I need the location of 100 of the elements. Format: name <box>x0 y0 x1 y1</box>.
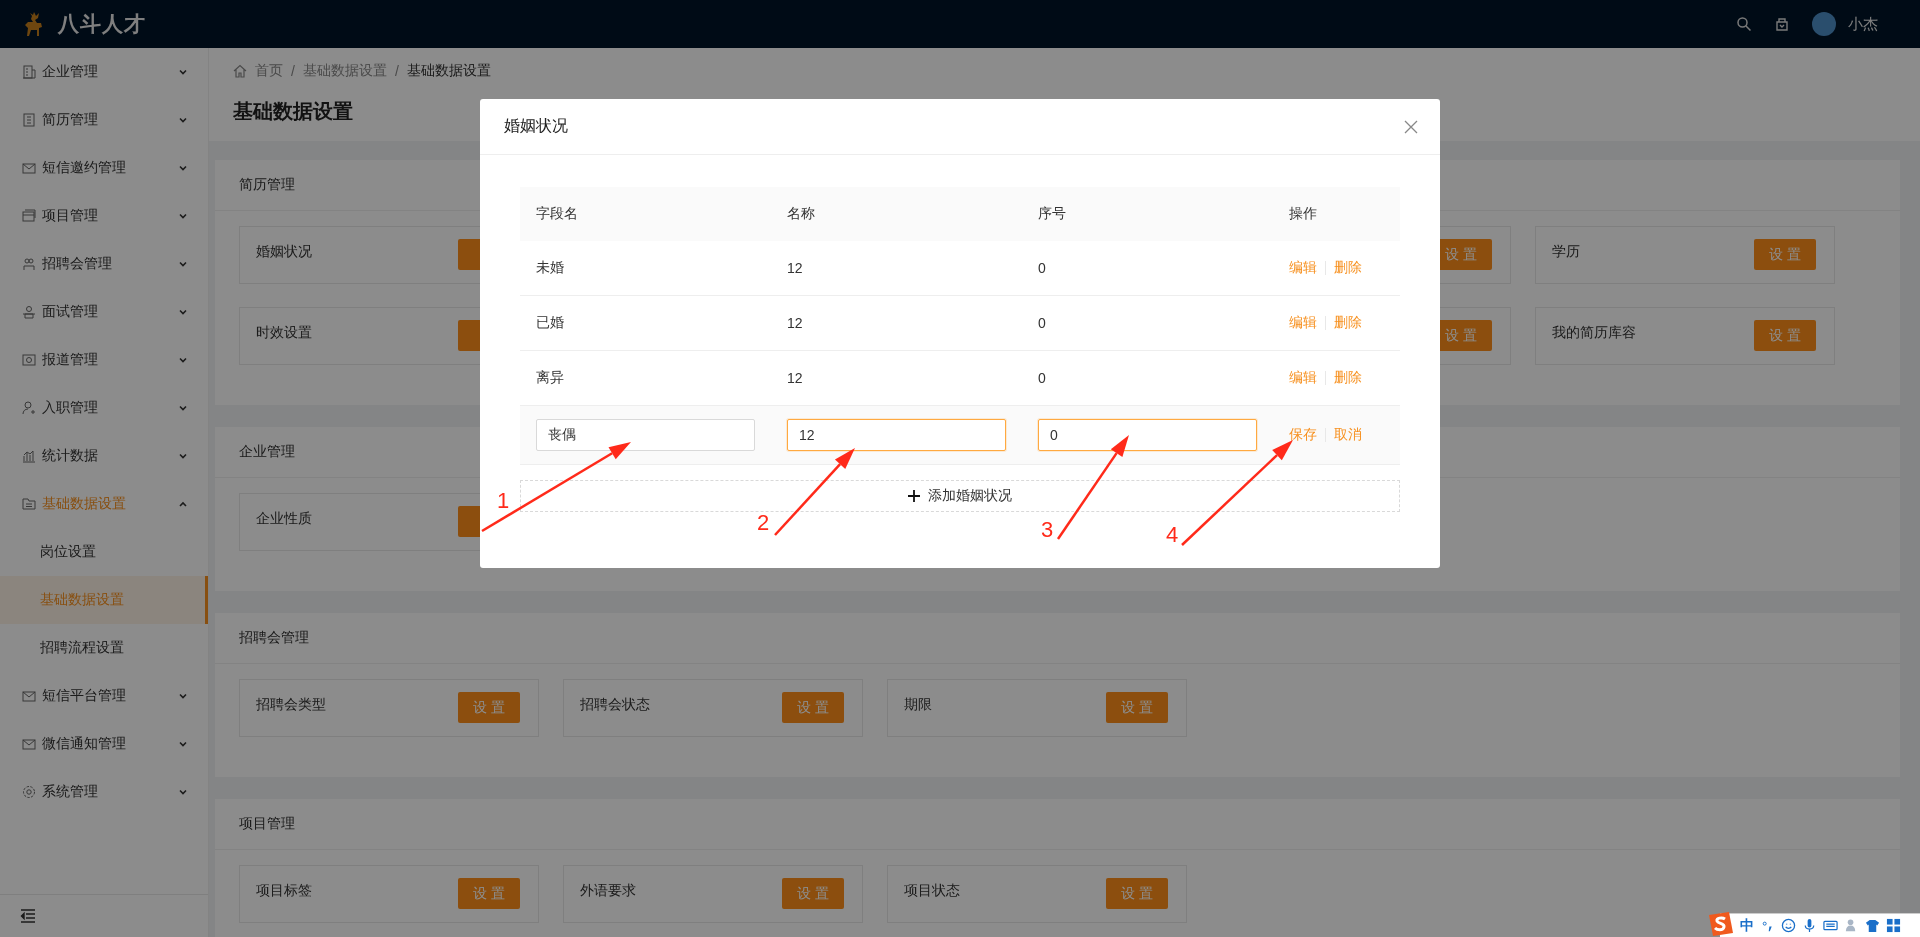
sidebar-item[interactable]: 入职管理 <box>0 384 208 432</box>
folder-icon <box>21 496 37 512</box>
sidebar-item[interactable]: 短信邀约管理 <box>0 144 208 192</box>
sidebar-subitem[interactable]: 基础数据设置 <box>0 576 208 624</box>
sidebar-item[interactable]: 简历管理 <box>0 96 208 144</box>
sidebar-item[interactable]: 系统管理 <box>0 768 208 816</box>
table-cell-text: 未婚 <box>535 259 565 277</box>
sidebar-item[interactable]: 招聘会管理 <box>0 240 208 288</box>
action-link[interactable]: 编辑 <box>1289 369 1317 387</box>
card-label: 外语要求 <box>580 882 636 900</box>
sidebar-item[interactable]: 企业管理 <box>0 48 208 96</box>
card-label: 期限 <box>904 696 932 714</box>
mail-icon <box>21 688 37 704</box>
inbox-icon[interactable] <box>1774 16 1790 32</box>
settings-button[interactable]: 设置 <box>1754 239 1816 270</box>
sidebar-item[interactable]: 短信平台管理 <box>0 672 208 720</box>
column-header: 字段名 <box>535 205 579 223</box>
card-label: 招聘会状态 <box>580 696 650 714</box>
keyboard-icon[interactable] <box>1823 918 1838 933</box>
table-cell-text: 已婚 <box>535 314 565 332</box>
sidebar-item[interactable]: 报道管理 <box>0 336 208 384</box>
card-label: 婚姻状况 <box>256 243 312 261</box>
annotation-number: 4 <box>1166 522 1179 547</box>
section-title: 简历管理 <box>239 176 295 194</box>
card-label: 项目状态 <box>904 882 960 900</box>
table-cell-text: 12 <box>786 370 804 386</box>
action-link[interactable]: 编辑 <box>1289 314 1317 332</box>
document-icon <box>21 112 37 128</box>
card-label: 我的简历库容 <box>1552 324 1636 342</box>
annotation-number: 1 <box>497 488 510 513</box>
column-header: 操作 <box>1288 205 1318 223</box>
sidebar-item[interactable]: 统计数据 <box>0 432 208 480</box>
section-title: 企业管理 <box>239 443 295 461</box>
table-cell-text: 12 <box>786 315 804 331</box>
settings-button[interactable]: 设置 <box>1754 320 1816 351</box>
settings-button[interactable]: 设置 <box>1106 878 1168 909</box>
table-cell-text: 离异 <box>535 369 565 387</box>
window-icon <box>21 208 37 224</box>
mail-icon <box>21 736 37 752</box>
close-icon[interactable] <box>1404 119 1418 134</box>
mail-icon <box>21 160 37 176</box>
breadcrumb-link[interactable]: 基础数据设置 <box>302 62 387 80</box>
grid-icon[interactable] <box>1886 918 1901 933</box>
settings-button[interactable]: 设置 <box>458 692 520 723</box>
table-cell-text: 12 <box>786 260 804 276</box>
chart-icon <box>21 448 37 464</box>
logo-icon[interactable] <box>1706 911 1734 937</box>
card-label: 企业性质 <box>256 510 312 528</box>
home-icon <box>233 64 247 78</box>
settings-button[interactable]: 设置 <box>1106 692 1168 723</box>
column-header: 序号 <box>1037 205 1067 223</box>
action-link[interactable]: 取消 <box>1334 426 1362 444</box>
card-label: 时效设置 <box>256 324 312 342</box>
smile-icon[interactable] <box>1781 918 1796 933</box>
settings-button[interactable]: 设置 <box>782 692 844 723</box>
add-button[interactable]: 添加婚姻状况 <box>520 480 1400 512</box>
section-title: 招聘会管理 <box>239 629 309 647</box>
person-icon <box>21 304 37 320</box>
sidebar-item[interactable]: 微信通知管理 <box>0 720 208 768</box>
menu-fold-icon[interactable] <box>20 909 36 923</box>
breadcrumb-link[interactable]: 首页 <box>255 62 283 80</box>
sidebar-subitem[interactable]: 岗位设置 <box>0 528 208 576</box>
action-link[interactable]: 编辑 <box>1289 259 1317 277</box>
plus-icon <box>908 490 920 502</box>
input-field[interactable]: 12 <box>787 419 1006 451</box>
action-link[interactable]: 保存 <box>1289 426 1317 444</box>
sidebar-item[interactable]: 项目管理 <box>0 192 208 240</box>
action-link[interactable]: 删除 <box>1334 314 1362 332</box>
sidebar-subitem[interactable]: 招聘流程设置 <box>0 624 208 672</box>
building-icon <box>21 64 37 80</box>
people-icon <box>21 256 37 272</box>
input-field[interactable]: 丧偶 <box>536 419 755 451</box>
card-label: 招聘会类型 <box>256 696 326 714</box>
user-name[interactable]: 小杰 <box>1848 14 1878 34</box>
breadcrumb-separator: / <box>291 63 295 79</box>
sidebar-item[interactable]: 面试管理 <box>0 288 208 336</box>
settings-button[interactable]: 设置 <box>782 878 844 909</box>
card-label: 学历 <box>1552 243 1580 261</box>
settings-button[interactable]: 设置 <box>458 878 520 909</box>
annotation-number: 3 <box>1041 517 1054 542</box>
action-link[interactable]: 删除 <box>1334 259 1362 277</box>
input-field[interactable]: 0 <box>1038 419 1257 451</box>
microphone-icon[interactable] <box>1802 918 1817 933</box>
section-title: 项目管理 <box>239 815 295 833</box>
image-icon <box>21 352 37 368</box>
table-cell-text: 0 <box>1037 370 1047 386</box>
add-user-icon <box>21 400 37 416</box>
dialog-title: 婚姻状况 <box>504 116 569 136</box>
app-logo-text: 八斗人才 <box>58 11 146 37</box>
annotation-number: 2 <box>757 510 770 535</box>
breadcrumb-separator: / <box>394 63 399 79</box>
card-label: 项目标签 <box>256 882 312 900</box>
ime-mode[interactable]: 中 <box>1740 916 1754 935</box>
settings-icon <box>21 784 37 800</box>
action-link[interactable]: 删除 <box>1334 369 1362 387</box>
page-title: 基础数据设置 <box>233 99 354 124</box>
sidebar-item[interactable]: 基础数据设置 <box>0 480 208 528</box>
table-cell-text: 0 <box>1037 315 1047 331</box>
search-icon[interactable] <box>1736 16 1752 32</box>
shirt-icon[interactable] <box>1865 918 1880 933</box>
